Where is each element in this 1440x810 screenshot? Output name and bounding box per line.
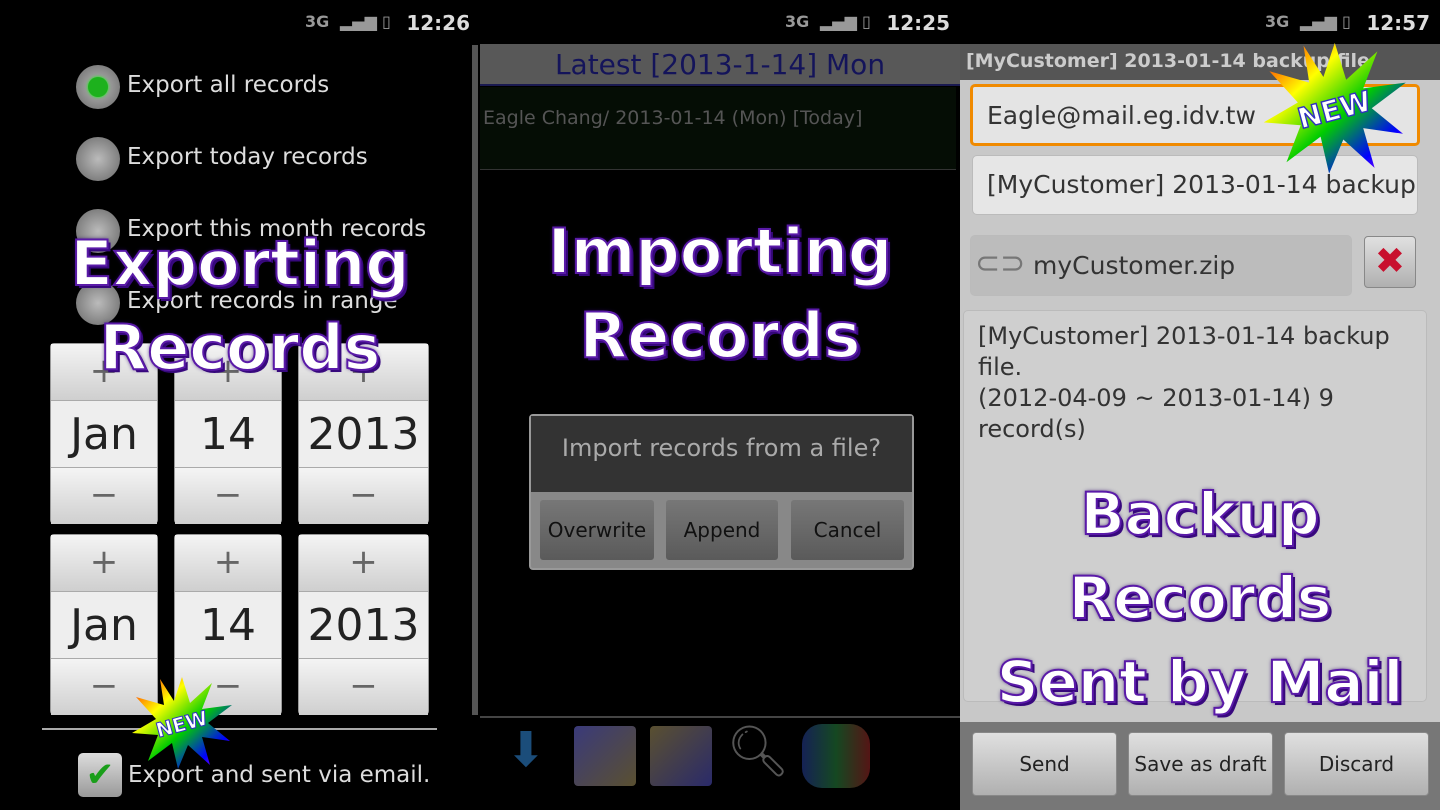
export-panel: 3G ▂▄▆ ▯ 12:26 Export all records Export…	[0, 0, 480, 810]
append-button[interactable]: Append	[665, 499, 779, 561]
paperclip-icon: ⊂⊃	[975, 246, 1026, 281]
day-value: 14	[175, 400, 281, 468]
divider	[42, 728, 437, 730]
network-icon: 3G	[785, 12, 810, 31]
send-button[interactable]: Send	[972, 732, 1117, 796]
backup-book-icon[interactable]	[650, 726, 712, 786]
signal-icon: ▂▄▆	[1300, 12, 1337, 31]
import-dialog: Import records from a file? Overwrite Ap…	[529, 414, 914, 570]
increment-button[interactable]: +	[175, 535, 281, 591]
cancel-button[interactable]: Cancel	[790, 499, 905, 561]
increment-button[interactable]: +	[51, 535, 157, 591]
clock: 12:26	[406, 11, 470, 35]
decrement-button[interactable]: −	[51, 468, 157, 524]
email-checkbox[interactable]: ✔	[78, 753, 122, 797]
body-line: (2012-04-09 ~ 2013-01-14) 9	[978, 384, 1334, 412]
day-value: 14	[175, 591, 281, 659]
network-icon: 3G	[305, 12, 330, 31]
search-icon[interactable]: 🔍︎	[726, 722, 790, 786]
decrement-button[interactable]: −	[299, 659, 428, 715]
overlay-line: Records	[579, 298, 862, 373]
month-value: Jan	[51, 400, 157, 468]
overlay-title: Backup Records Sent by Mail	[960, 472, 1440, 724]
attachment-name: myCustomer.zip	[1033, 251, 1236, 280]
status-bar: 3G ▂▄▆ ▯ 12:26	[0, 0, 480, 45]
overlay-title: Importing Records	[480, 210, 960, 378]
save-draft-button[interactable]: Save as draft	[1128, 732, 1273, 796]
overlay-line: Importing	[547, 214, 894, 289]
clock: 12:25	[886, 11, 950, 35]
decrement-button[interactable]: −	[175, 468, 281, 524]
status-bar: 3G ▂▄▆ ▯ 12:25	[480, 0, 960, 45]
radio-label: Export today records	[127, 144, 368, 170]
radio-export-all[interactable]	[76, 65, 120, 109]
battery-icon: ▯	[862, 12, 871, 31]
import-panel: 3G ▂▄▆ ▯ 12:25 Latest [2013-1-14] Mon Ea…	[480, 0, 960, 810]
overlay-line: Records	[99, 310, 382, 385]
remove-attachment-button[interactable]: ✖	[1364, 236, 1416, 288]
export-contact-icon[interactable]: ⬇	[498, 722, 554, 784]
toolbar-divider	[480, 716, 960, 718]
scrollbar[interactable]	[472, 45, 478, 715]
discard-button[interactable]: Discard	[1284, 732, 1429, 796]
status-bar: 3G ▂▄▆ ▯ 12:57	[960, 0, 1440, 45]
new-badge-icon: NEW	[132, 677, 232, 769]
attachment[interactable]: ⊂⊃ myCustomer.zip	[970, 235, 1352, 296]
body-line: record(s)	[978, 415, 1086, 443]
overwrite-button[interactable]: Overwrite	[539, 499, 655, 561]
overlay-title: Exporting Records	[0, 222, 480, 390]
theme-icon[interactable]	[802, 724, 870, 788]
decrement-button[interactable]: −	[299, 468, 428, 524]
new-badge-icon: NEW	[1263, 42, 1406, 174]
year-value: 2013	[299, 400, 428, 468]
radio-label: Export all records	[127, 72, 330, 98]
clock: 12:57	[1366, 11, 1430, 35]
body-line: file.	[978, 353, 1023, 381]
mail-panel: 3G ▂▄▆ ▯ 12:57 [MyCustomer] 2013-01-14 b…	[960, 0, 1440, 810]
overlay-line: Backup Records	[1068, 479, 1333, 633]
import-folder-icon[interactable]	[574, 726, 636, 786]
list-item[interactable]: Eagle Chang/ 2013-01-14 (Mon) [Today]	[480, 87, 956, 170]
increment-button[interactable]: +	[299, 535, 428, 591]
network-icon: 3G	[1265, 12, 1290, 31]
end-year-picker[interactable]: + 2013 −	[298, 534, 429, 715]
overlay-line: Exporting	[69, 226, 410, 301]
battery-icon: ▯	[382, 12, 391, 31]
year-value: 2013	[299, 591, 428, 659]
signal-icon: ▂▄▆	[820, 12, 857, 31]
battery-icon: ▯	[1342, 12, 1351, 31]
overlay-line: Sent by Mail	[996, 647, 1404, 717]
button-bar: Send Save as draft Discard	[960, 722, 1440, 810]
month-value: Jan	[51, 591, 157, 659]
radio-export-today[interactable]	[76, 137, 120, 181]
title-bar: Latest [2013-1-14] Mon	[480, 44, 960, 86]
signal-icon: ▂▄▆	[340, 12, 377, 31]
dialog-message: Import records from a file?	[531, 416, 912, 492]
body-line: [MyCustomer] 2013-01-14 backup	[978, 322, 1390, 350]
